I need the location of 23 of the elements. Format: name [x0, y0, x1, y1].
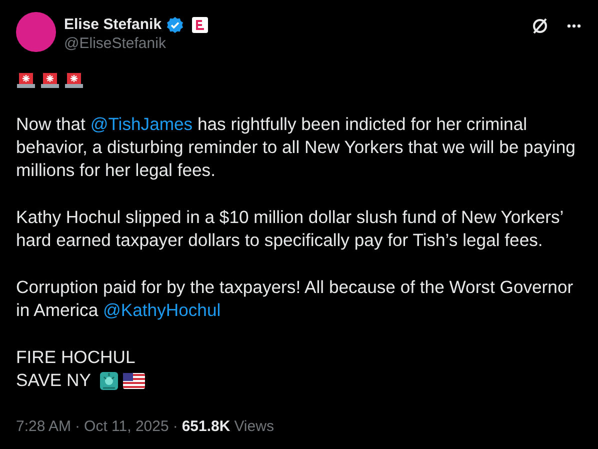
- post-paragraph: Corruption paid for by the taxpayers! All because of the Worst Governor in America @KathyHochul: [16, 276, 574, 322]
- slashed-circle-icon: [530, 16, 550, 36]
- mention-link[interactable]: @KathyHochul: [103, 300, 221, 320]
- post-paragraph: Kathy Hochul slipped in a $10 million dollar slush fund of New Yorkers’ hard earned taxpayer dollars to specifically pay for Tish’s legal fees.: [16, 206, 564, 252]
- post-date[interactable]: Oct 11, 2025: [84, 416, 169, 438]
- avatar[interactable]: [16, 12, 56, 52]
- post-paragraph: Now that @TishJames has rightfully been indicted for her criminal behavior, a disturbing reminder to all New Yorkers that we will be paying millions for her legal fees.: [16, 113, 576, 182]
- separator-dot: ·: [75, 417, 80, 437]
- flag-icon: [122, 372, 145, 388]
- author-name[interactable]: Elise Stefanik: [64, 16, 162, 34]
- author-handle[interactable]: @EliseStefanik: [64, 34, 530, 54]
- views-count: 651.8K: [182, 417, 230, 437]
- separator-dot: ·: [172, 417, 178, 437]
- views-label: Views: [234, 417, 274, 437]
- siren-icon: [40, 70, 60, 89]
- mention-link[interactable]: @TishJames: [90, 114, 193, 134]
- siren-icon: [64, 70, 84, 89]
- post-time[interactable]: 7:28 AM: [16, 416, 72, 438]
- post-line: FIRE HOCHUL: [16, 346, 136, 369]
- post-line: SAVE NY: [16, 369, 91, 392]
- statue-icon: [98, 370, 119, 390]
- siren-icon: [16, 70, 36, 89]
- logo-square-icon: [192, 17, 208, 33]
